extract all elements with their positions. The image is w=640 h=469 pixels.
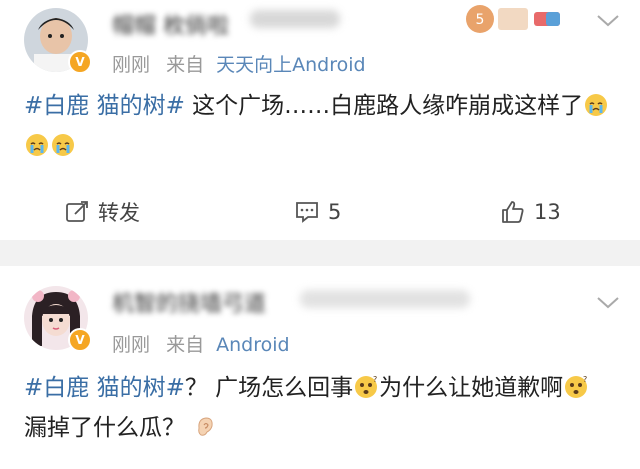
like-icon	[502, 201, 524, 223]
post-source[interactable]: Android	[216, 334, 289, 356]
verified-v-icon: V	[68, 50, 92, 74]
post-time: 刚刚	[112, 54, 151, 76]
repost-button[interactable]: 转发	[64, 196, 140, 228]
comment-count: 5	[328, 200, 342, 224]
post-meta: 刚刚 来自 天天向上Android	[112, 50, 366, 77]
weibo-post-2: V 机智的挠墙弓道 刚刚 来自 Android #白鹿 猫的树#？ 广场怎么回事…	[0, 266, 640, 469]
post-text: 这个广场……白鹿路人缘咋崩成这样了	[184, 93, 584, 119]
username[interactable]: 帽帽 枚倘啦	[112, 8, 229, 40]
ear-emoji-icon	[198, 417, 213, 436]
svg-text:5: 5	[476, 12, 485, 28]
repost-label: 转发	[98, 201, 140, 225]
blurred-username-decoration	[300, 290, 470, 308]
comment-icon	[296, 202, 318, 223]
confused-emoji-icon: ?	[565, 375, 587, 398]
confused-emoji-icon: ?	[355, 375, 377, 398]
comment-button[interactable]: 5	[294, 196, 341, 228]
source-prefix: 来自	[166, 54, 205, 76]
crying-emoji-icon	[26, 134, 48, 156]
post-text-a: ？ 广场怎么回事	[184, 375, 354, 401]
repost-icon	[66, 201, 88, 222]
chevron-down-icon[interactable]	[594, 10, 622, 30]
post-content: #白鹿 猫的树# 这个广场……白鹿路人缘咋崩成这样了	[24, 86, 610, 166]
chevron-down-icon[interactable]	[594, 292, 622, 312]
like-count: 13	[534, 200, 561, 224]
crying-emoji-icon	[52, 134, 74, 156]
weibo-post-1: V 帽帽 枚倘啦 5 刚刚 来自 天天向上Android #白鹿 猫的树# 这个…	[0, 0, 640, 240]
hashtag-link[interactable]: #白鹿 猫的树#	[24, 375, 185, 401]
post-text-b: 为什么让她道歉啊	[379, 375, 564, 401]
post-meta: 刚刚 来自 Android	[112, 330, 290, 357]
post-divider	[0, 240, 640, 266]
hashtag-link[interactable]: #白鹿 猫的树#	[24, 93, 185, 119]
username[interactable]: 机智的挠墙弓道	[112, 286, 266, 318]
source-prefix: 来自	[166, 334, 205, 356]
verified-v-icon: V	[68, 328, 92, 352]
svg-text:?: ?	[583, 375, 587, 384]
post-source[interactable]: 天天向上Android	[216, 54, 365, 76]
post-content: #白鹿 猫的树#？ 广场怎么回事? 为什么让她道歉啊? 漏掉了什么瓜？	[24, 368, 610, 448]
blurred-username-decoration	[250, 10, 340, 28]
post-time: 刚刚	[112, 334, 151, 356]
svg-text:?: ?	[373, 375, 377, 384]
crying-emoji-icon	[585, 94, 608, 116]
post-text-c: 漏掉了什么瓜？	[24, 415, 185, 441]
fan-badge-icon: 5	[466, 5, 560, 33]
like-button[interactable]: 13	[500, 196, 561, 228]
